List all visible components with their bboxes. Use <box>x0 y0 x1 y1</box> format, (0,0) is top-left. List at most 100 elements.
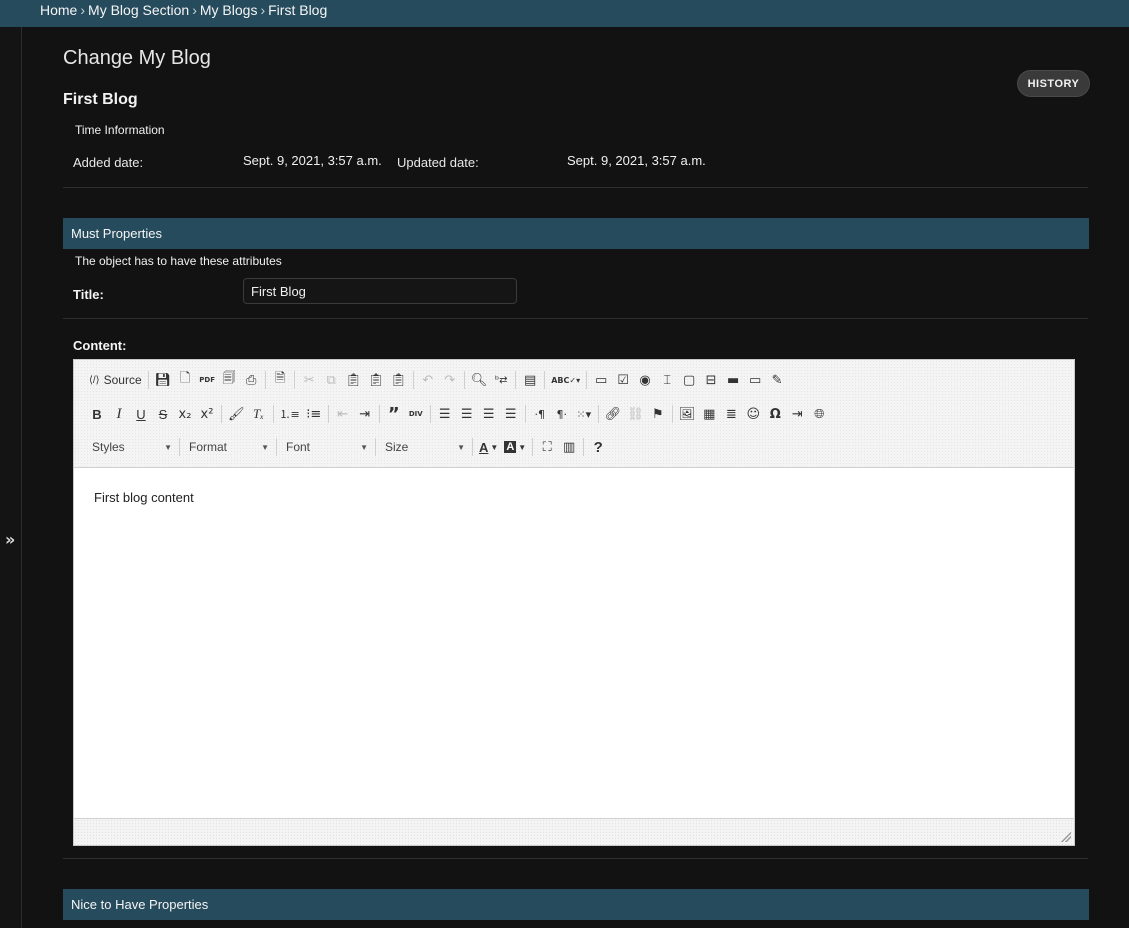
toolbar-separator <box>221 405 222 423</box>
subscript-icon[interactable]: x₂ <box>174 403 196 425</box>
align-left-icon[interactable]: ☰ <box>434 403 456 425</box>
toolbar-separator <box>294 371 296 389</box>
breadcrumb-home[interactable]: Home <box>40 2 77 18</box>
breadcrumb-current: First Blog <box>268 2 328 18</box>
toolbar-separator <box>532 438 534 456</box>
history-button[interactable]: HISTORY <box>1018 71 1089 96</box>
blockquote-icon[interactable]: ” <box>383 403 405 425</box>
spellcheck-icon[interactable]: ABC✓▾ <box>548 369 583 391</box>
textarea-icon[interactable]: ▢ <box>678 369 700 391</box>
help-icon[interactable]: ? <box>587 436 609 458</box>
image-icon[interactable]: 🖼︎ <box>676 403 699 425</box>
unlink-icon[interactable]: ⛓︎ <box>624 403 647 425</box>
rtl-icon[interactable]: ¶· <box>551 403 573 425</box>
align-center-icon[interactable]: ☰ <box>456 403 478 425</box>
ltr-icon[interactable]: ·¶ <box>529 403 551 425</box>
page-title: Change My Blog <box>63 47 211 69</box>
styles-dropdown[interactable]: Styles ▼ <box>86 436 176 458</box>
save-icon[interactable]: 💾︎ <box>152 369 175 391</box>
strikethrough-icon[interactable]: S <box>152 403 174 425</box>
copy-icon[interactable]: ⧉ <box>320 369 342 391</box>
justify-icon[interactable]: ☰ <box>500 403 522 425</box>
divider <box>63 858 1088 859</box>
superscript-icon[interactable]: x² <box>196 403 218 425</box>
chevron-down-icon: ▼ <box>360 442 368 452</box>
remove-format-icon[interactable]: Tₓ <box>248 403 270 425</box>
rich-text-editor: ⟨/⟩ Source 💾︎ 🗋 PDF 🗐 ⎙ 🗎 ✂ ⧉ 📋︎ 📋︎ 📋︎ ↶ … <box>73 359 1075 846</box>
toolbar-separator <box>412 371 414 389</box>
toolbar-separator <box>272 405 274 423</box>
paste-text-icon[interactable]: 📋︎ <box>365 369 388 391</box>
maximize-icon[interactable]: ⛶ <box>536 436 558 458</box>
breadcrumb-separator: › <box>260 2 266 18</box>
button-field-icon[interactable]: ▬ <box>722 369 744 391</box>
added-date-label: Added date: <box>73 155 144 170</box>
title-label: Title: <box>73 287 104 302</box>
special-char-icon[interactable]: Ω <box>764 403 786 425</box>
chevron-down-icon: ▼ <box>457 442 465 452</box>
export-pdf-icon[interactable]: PDF <box>196 369 218 391</box>
radio-icon[interactable]: ◉ <box>634 369 656 391</box>
text-field-icon[interactable]: ⌶ <box>656 369 678 391</box>
italic-icon[interactable]: I <box>108 403 130 425</box>
chevron-down-icon: ▼ <box>164 442 172 452</box>
expand-sidebar-icon[interactable]: » <box>5 530 15 549</box>
hidden-field-icon[interactable]: ✎ <box>766 369 788 391</box>
updated-date-label: Updated date: <box>397 155 479 170</box>
breadcrumb-my-blog-section[interactable]: My Blog Section <box>88 2 189 18</box>
preview-icon[interactable]: 🗐 <box>218 369 240 391</box>
redo-icon[interactable]: ↷ <box>439 369 461 391</box>
indent-icon[interactable]: ⇥ <box>354 403 376 425</box>
anchor-icon[interactable]: ⚑ <box>647 403 669 425</box>
paste-icon[interactable]: 📋︎ <box>342 369 365 391</box>
font-dropdown[interactable]: Font ▼ <box>280 436 372 458</box>
undo-icon[interactable]: ↶ <box>417 369 439 391</box>
align-right-icon[interactable]: ☰ <box>478 403 500 425</box>
page-break-icon[interactable]: ⇥ <box>786 403 808 425</box>
editor-content-area[interactable]: First blog content <box>74 469 1074 818</box>
cut-icon[interactable]: ✂ <box>298 369 320 391</box>
underline-icon[interactable]: U <box>130 403 152 425</box>
format-dropdown[interactable]: Format ▼ <box>183 436 273 458</box>
paste-word-icon[interactable]: 📋︎ <box>387 369 410 391</box>
bold-icon[interactable]: B <box>86 403 108 425</box>
styles-dropdown-label: Styles <box>92 440 125 454</box>
create-div-icon[interactable]: DIV <box>405 403 427 425</box>
print-icon[interactable]: ⎙ <box>240 369 262 391</box>
text-color-icon[interactable]: A ▼ <box>476 436 501 458</box>
table-icon[interactable]: ▦ <box>698 403 720 425</box>
link-icon[interactable]: 🔗︎ <box>602 403 625 425</box>
outdent-icon[interactable]: ⇤ <box>332 403 354 425</box>
background-color-icon[interactable]: A ▼ <box>501 436 529 458</box>
time-info-legend: Time Information <box>75 123 165 137</box>
image-button-icon[interactable]: ▭ <box>744 369 766 391</box>
updated-date-value: Sept. 9, 2021, 3:57 a.m. <box>567 153 706 168</box>
smiley-icon[interactable]: ☺ <box>742 403 764 425</box>
checkbox-icon[interactable]: ☑ <box>612 369 634 391</box>
breadcrumb-my-blogs[interactable]: My Blogs <box>200 2 258 18</box>
language-icon[interactable]: ⁙▾ <box>573 403 595 425</box>
resize-handle-icon[interactable] <box>1061 832 1071 842</box>
replace-icon[interactable]: ᵇ⇄ <box>490 369 512 391</box>
select-all-icon[interactable]: ▤ <box>519 369 541 391</box>
find-icon[interactable]: 🔍︎ <box>468 369 491 391</box>
show-blocks-icon[interactable]: ▥ <box>558 436 580 458</box>
iframe-icon[interactable]: 🌐︎ <box>808 403 830 425</box>
new-page-icon[interactable]: 🗋 <box>174 369 196 391</box>
divider <box>63 318 1088 319</box>
format-dropdown-label: Format <box>189 440 228 454</box>
copy-format-icon[interactable]: 🖌︎ <box>225 403 248 425</box>
form-icon[interactable]: ▭ <box>590 369 612 391</box>
source-button[interactable]: ⟨/⟩ Source <box>86 369 145 391</box>
templates-icon[interactable]: 🗎 <box>269 369 291 391</box>
select-field-icon[interactable]: ⊟ <box>700 369 722 391</box>
source-icon: ⟨/⟩ <box>89 374 100 386</box>
numbered-list-icon[interactable]: ⒈≡ <box>277 403 303 425</box>
editor-paragraph[interactable]: First blog content <box>94 490 1054 505</box>
title-field[interactable] <box>243 278 517 304</box>
size-dropdown[interactable]: Size ▼ <box>379 436 469 458</box>
horizontal-line-icon[interactable]: ≣ <box>720 403 742 425</box>
toolbar-separator <box>179 438 180 456</box>
bulleted-list-icon[interactable]: ⁝≡ <box>303 403 325 425</box>
toolbar-separator <box>597 405 599 423</box>
